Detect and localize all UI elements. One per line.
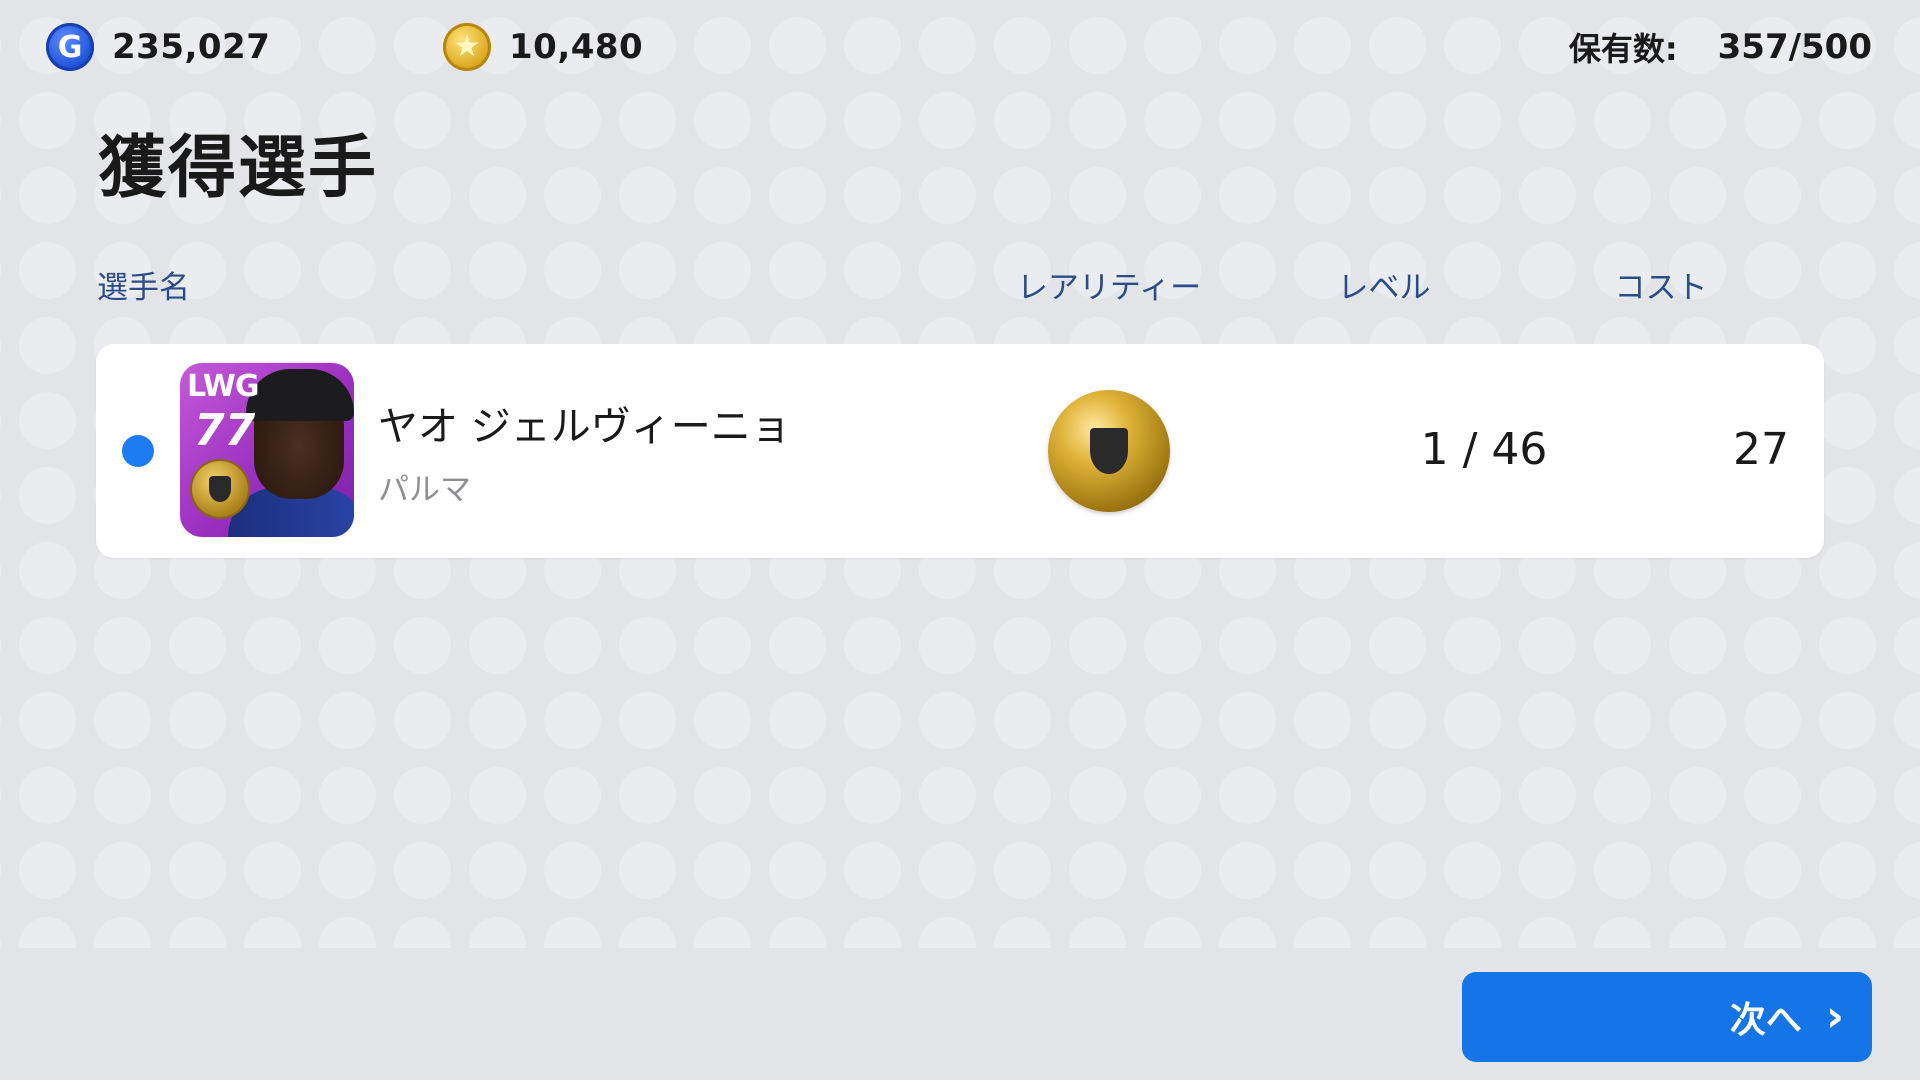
coin-balance: ★ 10,480 (443, 22, 643, 72)
player-rating: 77 (194, 405, 256, 456)
header-player-name: 選手名 (97, 270, 190, 306)
coin-amount: 10,480 (509, 27, 644, 67)
gold-ball-rarity-icon (1048, 390, 1170, 512)
next-button[interactable]: 次へ › (1462, 972, 1872, 1062)
table-header: 選手名 レアリティー レベル コスト (0, 262, 1920, 310)
header-level: レベル (1337, 270, 1431, 306)
card-rarity-badge-icon (192, 461, 248, 517)
player-name: ヤオ ジェルヴィーニョ (378, 404, 791, 450)
player-club: パルマ (378, 472, 471, 508)
player-card[interactable]: LWG 77 (180, 363, 354, 537)
player-level: 1 / 46 (1420, 424, 1548, 475)
gp-amount: 235,027 (112, 27, 271, 67)
coin-currency-icon: ★ (443, 23, 491, 71)
header-cost: コスト (1614, 270, 1708, 306)
gp-currency-icon: G (46, 23, 94, 71)
player-cost: 27 (1733, 424, 1789, 475)
player-headband (246, 369, 354, 421)
next-button-label: 次へ (1729, 1000, 1802, 1041)
new-indicator-dot (122, 435, 154, 467)
player-position: LWG (187, 369, 260, 404)
capacity-value: 357/500 (1717, 27, 1872, 67)
player-row[interactable]: LWG 77 ヤオ ジェルヴィーニョ パルマ 1 / 46 27 (96, 344, 1824, 558)
page-title: 獲得選手 (98, 129, 379, 208)
header-rarity: レアリティー (1016, 270, 1202, 306)
capacity-label: 保有数: (1568, 30, 1678, 68)
gp-balance: G 235,027 (46, 22, 270, 72)
chevron-right-icon: › (1825, 991, 1844, 1042)
roster-capacity: 保有数: 357/500 (1569, 22, 1872, 72)
